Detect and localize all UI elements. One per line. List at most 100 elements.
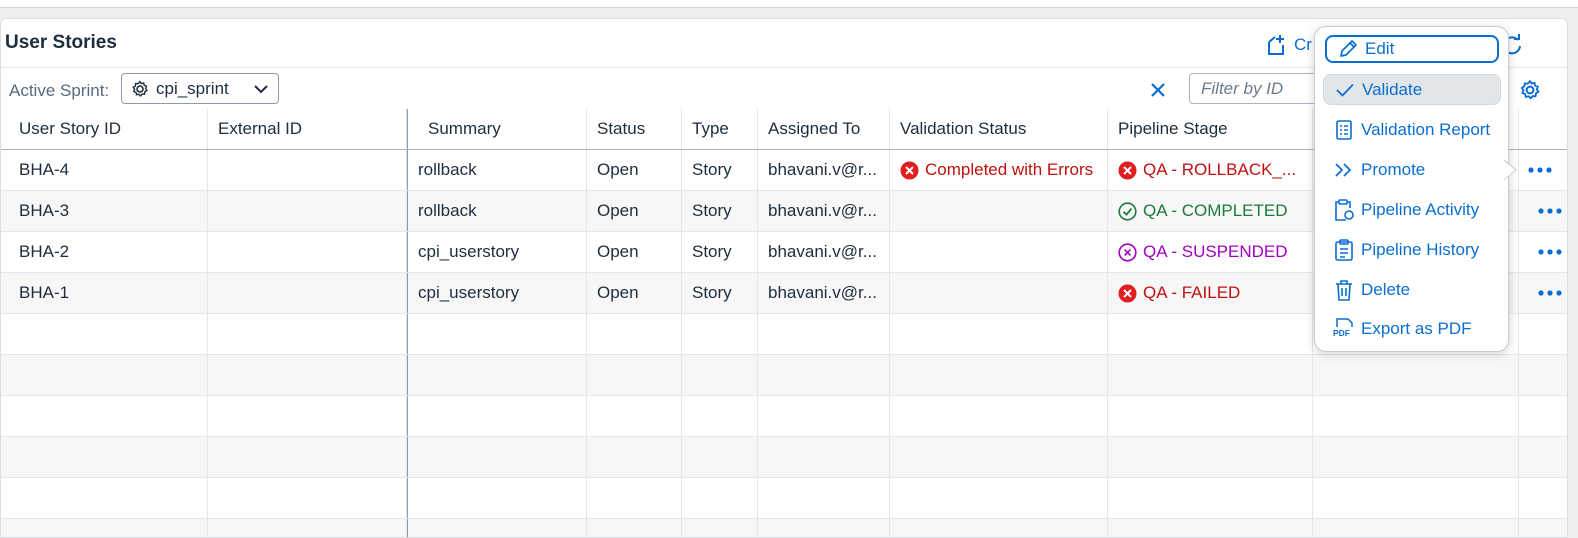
menu-item-edit[interactable]: Edit (1325, 35, 1499, 63)
menu-item-pipeline-history[interactable]: Pipeline History (1323, 234, 1501, 265)
cell-text: Story (692, 160, 732, 179)
more-actions-icon[interactable] (1537, 289, 1563, 297)
column-header[interactable]: External ID (208, 109, 407, 149)
success-status-icon (1118, 201, 1137, 221)
empty-table-row (1, 437, 1567, 478)
table-cell (1108, 437, 1313, 477)
table-settings-icon[interactable] (1519, 79, 1541, 101)
table-cell (208, 396, 407, 436)
table-cell: rollback (407, 150, 587, 190)
pipeline-stage-text: QA - FAILED (1143, 283, 1241, 302)
table-cell (758, 478, 890, 518)
table-cell (1108, 355, 1313, 395)
table-cell: cpi_userstory (407, 273, 587, 313)
table-cell (1313, 478, 1519, 518)
table-cell (587, 519, 682, 537)
table-cell: cpi_userstory (407, 232, 587, 272)
table-cell (1108, 519, 1313, 537)
more-actions-icon[interactable] (1537, 248, 1563, 256)
table-cell: BHA-2 (1, 232, 208, 272)
table-cell (682, 437, 758, 477)
table-cell (1519, 232, 1567, 272)
sprint-select[interactable]: cpi_sprint (121, 73, 279, 104)
table-cell (1, 519, 208, 537)
column-header[interactable]: Type (682, 109, 758, 149)
menu-item-pipeline-activity[interactable]: Pipeline Activity (1323, 194, 1501, 225)
menu-item-export-as-pdf[interactable]: PDF Export as PDF (1323, 313, 1501, 344)
top-strip (0, 0, 1578, 8)
empty-table-row (1, 519, 1567, 537)
clear-filter-icon[interactable] (1148, 80, 1168, 100)
table-cell (890, 191, 1108, 231)
table-cell (682, 396, 758, 436)
cell-text: cpi_userstory (418, 283, 520, 302)
table-cell: bhavani.v@r... (758, 273, 890, 313)
more-actions-icon[interactable] (1527, 166, 1553, 174)
validation-status-text: Completed with Errors (925, 160, 1094, 179)
table-cell (407, 478, 587, 518)
table-cell: Completed with Errors (890, 150, 1108, 190)
table-cell (1519, 191, 1567, 231)
column-header[interactable]: Validation Status (890, 109, 1108, 149)
table-cell: QA - COMPLETED (1108, 191, 1313, 231)
menu-item-delete[interactable]: Delete (1323, 274, 1501, 305)
table-cell (208, 191, 407, 231)
table-cell (1108, 314, 1313, 354)
column-header[interactable]: Assigned To (758, 109, 890, 149)
table-cell (890, 437, 1108, 477)
table-cell (587, 314, 682, 354)
column-header[interactable]: User Story ID (1, 109, 208, 149)
table-cell (208, 519, 407, 537)
table-cell (208, 314, 407, 354)
empty-table-row (1, 355, 1567, 396)
menu-item-label: Delete (1361, 279, 1411, 299)
table-cell (890, 273, 1108, 313)
more-actions-icon[interactable] (1537, 207, 1563, 215)
menu-item-validation-report[interactable]: Validation Report (1323, 114, 1501, 145)
table-cell (208, 355, 407, 395)
table-cell (1313, 355, 1519, 395)
table-cell: Open (587, 191, 682, 231)
table-cell (1313, 437, 1519, 477)
table-cell: bhavani.v@r... (758, 191, 890, 231)
table-cell: bhavani.v@r... (758, 150, 890, 190)
create-icon (1266, 34, 1286, 56)
table-cell (587, 437, 682, 477)
report-icon (1333, 119, 1355, 140)
table-cell: BHA-4 (1, 150, 208, 190)
column-header[interactable]: Pipeline Stage (1108, 109, 1313, 149)
menu-item-label: Edit (1365, 39, 1395, 58)
checkmark-icon (1334, 83, 1356, 97)
cell-text: BHA-2 (19, 242, 70, 261)
menu-item-promote[interactable]: Promote (1323, 154, 1501, 185)
create-button-label: Cr (1294, 35, 1312, 54)
table-cell: QA - ROLLBACK_... (1108, 150, 1313, 190)
pipeline-stage-text: QA - SUSPENDED (1143, 242, 1288, 261)
menu-item-label: Export as PDF (1361, 318, 1472, 338)
table-cell (682, 478, 758, 518)
table-cell (682, 519, 758, 537)
table-cell (758, 519, 890, 537)
column-header[interactable]: Summary (407, 109, 587, 149)
double-chevron-right-icon (1333, 162, 1355, 177)
table-cell (407, 519, 587, 537)
table-cell (1108, 396, 1313, 436)
cell-text: Open (597, 160, 639, 179)
table-cell (1519, 519, 1567, 537)
cell-text: Open (597, 242, 639, 261)
table-cell (1, 437, 208, 477)
table-cell: rollback (407, 191, 587, 231)
column-header[interactable]: Status (587, 109, 682, 149)
cell-text: cpi_userstory (418, 242, 520, 261)
table-cell (208, 478, 407, 518)
table-cell (682, 314, 758, 354)
trash-icon (1333, 279, 1355, 301)
create-button[interactable]: Cr (1266, 31, 1312, 59)
clipboard-history-icon (1333, 238, 1355, 261)
table-cell (1, 478, 208, 518)
menu-item-label: Pipeline Activity (1361, 199, 1480, 219)
cell-text: BHA-4 (19, 160, 70, 179)
table-cell (1, 355, 208, 395)
menu-item-validate[interactable]: Validate (1323, 74, 1501, 105)
table-cell (890, 314, 1108, 354)
